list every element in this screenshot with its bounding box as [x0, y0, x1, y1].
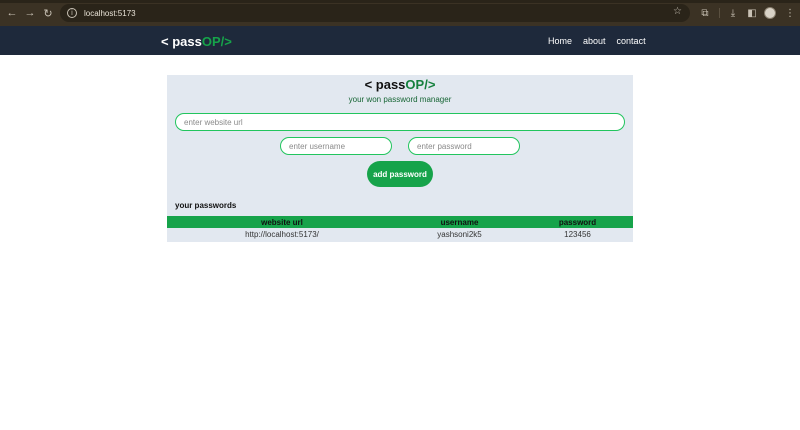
download-icon[interactable]: ⤓ — [726, 6, 740, 20]
card-title: < passOP/> — [167, 77, 633, 92]
site-info-icon[interactable]: i — [67, 8, 77, 18]
cell-username: yashsoni2k5 — [437, 229, 482, 239]
bookmark-star-icon[interactable]: ☆ — [673, 6, 682, 17]
browser-tab-strip — [0, 0, 800, 3]
forward-icon[interactable]: → — [22, 5, 38, 21]
table-row: http://localhost:5173/ yashsoni2k5 12345… — [167, 228, 633, 240]
address-bar[interactable]: i localhost:5173 ☆ — [60, 4, 690, 22]
more-menu-icon[interactable]: ⋮ — [783, 6, 797, 20]
username-input[interactable] — [280, 137, 392, 155]
url-text[interactable]: localhost:5173 — [84, 9, 136, 18]
nav-link-contact[interactable]: contact — [617, 36, 646, 46]
toolbar-divider — [719, 8, 720, 18]
card-subtitle: your won password manager — [348, 95, 452, 104]
navbar-logo[interactable]: < passOP/> — [161, 34, 232, 49]
cell-website-url[interactable]: http://localhost:5173/ — [167, 228, 397, 240]
side-panel-icon[interactable]: ◧ — [745, 6, 759, 20]
website-url-input[interactable] — [175, 113, 625, 131]
password-manager-card: < passOP/> your won password manager add… — [167, 75, 633, 242]
reload-icon[interactable]: ↻ — [40, 5, 56, 21]
header-password: password — [522, 216, 633, 228]
nav-link-about[interactable]: about — [583, 36, 606, 46]
extensions-icon[interactable]: ⧉ — [698, 6, 712, 20]
nav-links: Home about contact — [548, 36, 646, 46]
password-input[interactable] — [408, 137, 520, 155]
back-icon[interactable]: ← — [4, 5, 20, 21]
app-navbar — [0, 26, 800, 55]
card-title-accent: OP/> — [405, 77, 436, 92]
cell-password: 123456 — [564, 229, 591, 239]
table-header-row: website url username password — [167, 216, 633, 228]
card-title-prefix: < pass — [364, 77, 406, 92]
header-username: username — [397, 216, 522, 228]
profile-avatar-icon[interactable] — [764, 7, 776, 19]
passwords-table: website url username password http://loc… — [167, 216, 633, 240]
nav-link-home[interactable]: Home — [548, 36, 572, 46]
add-password-button[interactable]: add password — [367, 161, 433, 187]
passwords-section-title: your passwords — [175, 201, 237, 210]
logo-prefix: < pass — [161, 34, 202, 49]
logo-accent: OP/> — [201, 34, 232, 49]
header-website-url: website url — [167, 216, 397, 228]
browser-toolbar: ← → ↻ i localhost:5173 ☆ ⧉ ⤓ ◧ ⋮ — [0, 0, 800, 26]
